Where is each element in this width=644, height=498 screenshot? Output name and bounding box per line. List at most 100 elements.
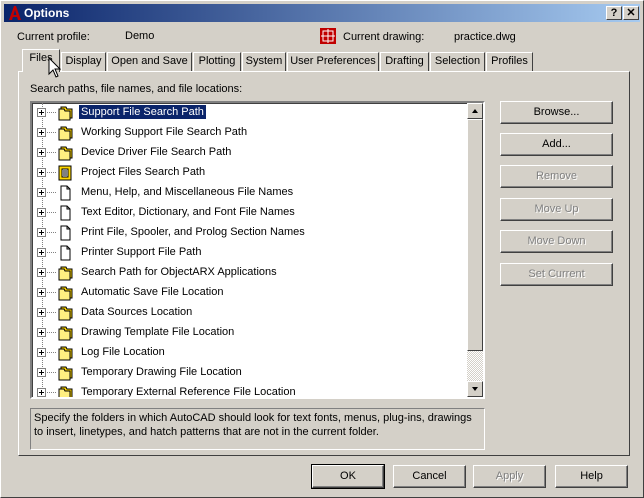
tree-item-label[interactable]: Drawing Template File Location	[79, 326, 236, 338]
help-button[interactable]: ?	[606, 6, 622, 20]
expand-plus-icon[interactable]	[37, 228, 46, 237]
folders-icon	[57, 305, 74, 321]
folders-icon	[57, 145, 74, 161]
expand-plus-icon[interactable]	[37, 388, 46, 397]
expand-plus-icon[interactable]	[37, 188, 46, 197]
browse-button[interactable]: Browse...	[500, 101, 613, 124]
drawing-icon	[320, 28, 336, 44]
tree-item-label[interactable]: Search Path for ObjectARX Applications	[79, 266, 279, 278]
window-title: Options	[24, 6, 70, 20]
file-icon	[57, 185, 74, 201]
tree-item[interactable]: Project Files Search Path	[32, 163, 469, 183]
options-dialog: Options ? ✕ Current profile: Demo Curren…	[0, 0, 644, 498]
tree-scrollbar[interactable]	[467, 103, 483, 397]
folders-icon	[57, 125, 74, 141]
tree-item[interactable]: Temporary External Reference File Locati…	[32, 383, 469, 397]
current-profile-label: Current profile:	[17, 31, 90, 43]
tree-item-label[interactable]: Device Driver File Search Path	[79, 146, 233, 158]
tree-item-label[interactable]: Working Support File Search Path	[79, 126, 249, 138]
expand-plus-icon[interactable]	[37, 128, 46, 137]
scroll-down-button[interactable]	[467, 381, 483, 397]
scroll-thumb[interactable]	[467, 119, 483, 351]
tree-item-label[interactable]: Project Files Search Path	[79, 166, 207, 178]
tree-item-label[interactable]: Log File Location	[79, 346, 167, 358]
tree-item[interactable]: Print File, Spooler, and Prolog Section …	[32, 223, 469, 243]
tab-display[interactable]: Display	[61, 52, 106, 71]
add-button[interactable]: Add...	[500, 133, 613, 156]
title-bar[interactable]: Options ? ✕	[4, 4, 640, 22]
move-down-button[interactable]: Move Down	[500, 230, 613, 253]
description-box: Specify the folders in which AutoCAD sho…	[30, 408, 485, 450]
set-current-button[interactable]: Set Current	[500, 263, 613, 286]
tree-connector	[47, 152, 56, 153]
expand-plus-icon[interactable]	[37, 268, 46, 277]
tree-item[interactable]: Text Editor, Dictionary, and Font File N…	[32, 203, 469, 223]
tree-item-label[interactable]: Data Sources Location	[79, 306, 194, 318]
tree-connector	[47, 252, 56, 253]
tree-item-label[interactable]: Automatic Save File Location	[79, 286, 225, 298]
expand-plus-icon[interactable]	[37, 108, 46, 117]
autocad-logo-icon	[9, 6, 21, 20]
project-icon	[57, 165, 74, 181]
tree-connector	[47, 132, 56, 133]
tree-item[interactable]: Drawing Template File Location	[32, 323, 469, 343]
tree-item[interactable]: Data Sources Location	[32, 303, 469, 323]
tree-item[interactable]: Support File Search Path	[32, 103, 469, 123]
folders-icon	[57, 265, 74, 281]
folders-icon	[57, 345, 74, 361]
folders-icon	[57, 325, 74, 341]
scroll-up-button[interactable]	[467, 103, 483, 119]
tree-connector	[47, 212, 56, 213]
tree-connector	[47, 292, 56, 293]
tree-connector	[47, 112, 56, 113]
apply-button[interactable]: Apply	[473, 465, 546, 488]
search-paths-tree[interactable]: Support File Search Path Working Support …	[30, 101, 485, 399]
tree-item[interactable]: Temporary Drawing File Location	[32, 363, 469, 383]
ok-button[interactable]: OK	[311, 464, 385, 489]
mouse-cursor-icon	[48, 57, 62, 78]
expand-plus-icon[interactable]	[37, 308, 46, 317]
tab-user-preferences[interactable]: User Preferences	[287, 52, 379, 71]
tree-item-label[interactable]: Temporary Drawing File Location	[79, 366, 244, 378]
close-button[interactable]: ✕	[623, 6, 639, 20]
tree-item-label[interactable]: Text Editor, Dictionary, and Font File N…	[79, 206, 297, 218]
expand-plus-icon[interactable]	[37, 288, 46, 297]
tab-system[interactable]: System	[242, 52, 286, 71]
tree-item-label[interactable]: Temporary External Reference File Locati…	[79, 386, 298, 397]
tree-item[interactable]: Printer Support File Path	[32, 243, 469, 263]
expand-plus-icon[interactable]	[37, 148, 46, 157]
expand-plus-icon[interactable]	[37, 248, 46, 257]
remove-button[interactable]: Remove	[500, 165, 613, 188]
tree-item[interactable]: Menu, Help, and Miscellaneous File Names	[32, 183, 469, 203]
expand-plus-icon[interactable]	[37, 368, 46, 377]
tab-profiles[interactable]: Profiles	[486, 52, 533, 71]
tree-item-label[interactable]: Print File, Spooler, and Prolog Section …	[79, 226, 307, 238]
folders-icon	[57, 365, 74, 381]
file-icon	[57, 225, 74, 241]
tree-connector	[47, 392, 56, 393]
expand-plus-icon[interactable]	[37, 208, 46, 217]
cancel-button[interactable]: Cancel	[393, 465, 466, 488]
tree-item[interactable]: Log File Location	[32, 343, 469, 363]
tree-connector	[47, 172, 56, 173]
tab-open-and-save[interactable]: Open and Save	[107, 52, 192, 71]
expand-plus-icon[interactable]	[37, 328, 46, 337]
tree-item[interactable]: Working Support File Search Path	[32, 123, 469, 143]
tree-connector	[47, 272, 56, 273]
help-footer-button[interactable]: Help	[555, 465, 628, 488]
expand-plus-icon[interactable]	[37, 168, 46, 177]
tree-item-label[interactable]: Printer Support File Path	[79, 246, 203, 258]
tab-plotting[interactable]: Plotting	[193, 52, 241, 71]
tree-item[interactable]: Search Path for ObjectARX Applications	[32, 263, 469, 283]
tree-connector	[47, 352, 56, 353]
tab-selection[interactable]: Selection	[430, 52, 485, 71]
tree-item[interactable]: Automatic Save File Location	[32, 283, 469, 303]
tab-drafting[interactable]: Drafting	[380, 52, 429, 71]
tree-item-label[interactable]: Menu, Help, and Miscellaneous File Names	[79, 186, 295, 198]
expand-plus-icon[interactable]	[37, 348, 46, 357]
tree-connector	[47, 312, 56, 313]
tree-item-label[interactable]: Support File Search Path	[78, 104, 207, 120]
move-up-button[interactable]: Move Up	[500, 198, 613, 221]
tree-connector	[47, 192, 56, 193]
tree-item[interactable]: Device Driver File Search Path	[32, 143, 469, 163]
